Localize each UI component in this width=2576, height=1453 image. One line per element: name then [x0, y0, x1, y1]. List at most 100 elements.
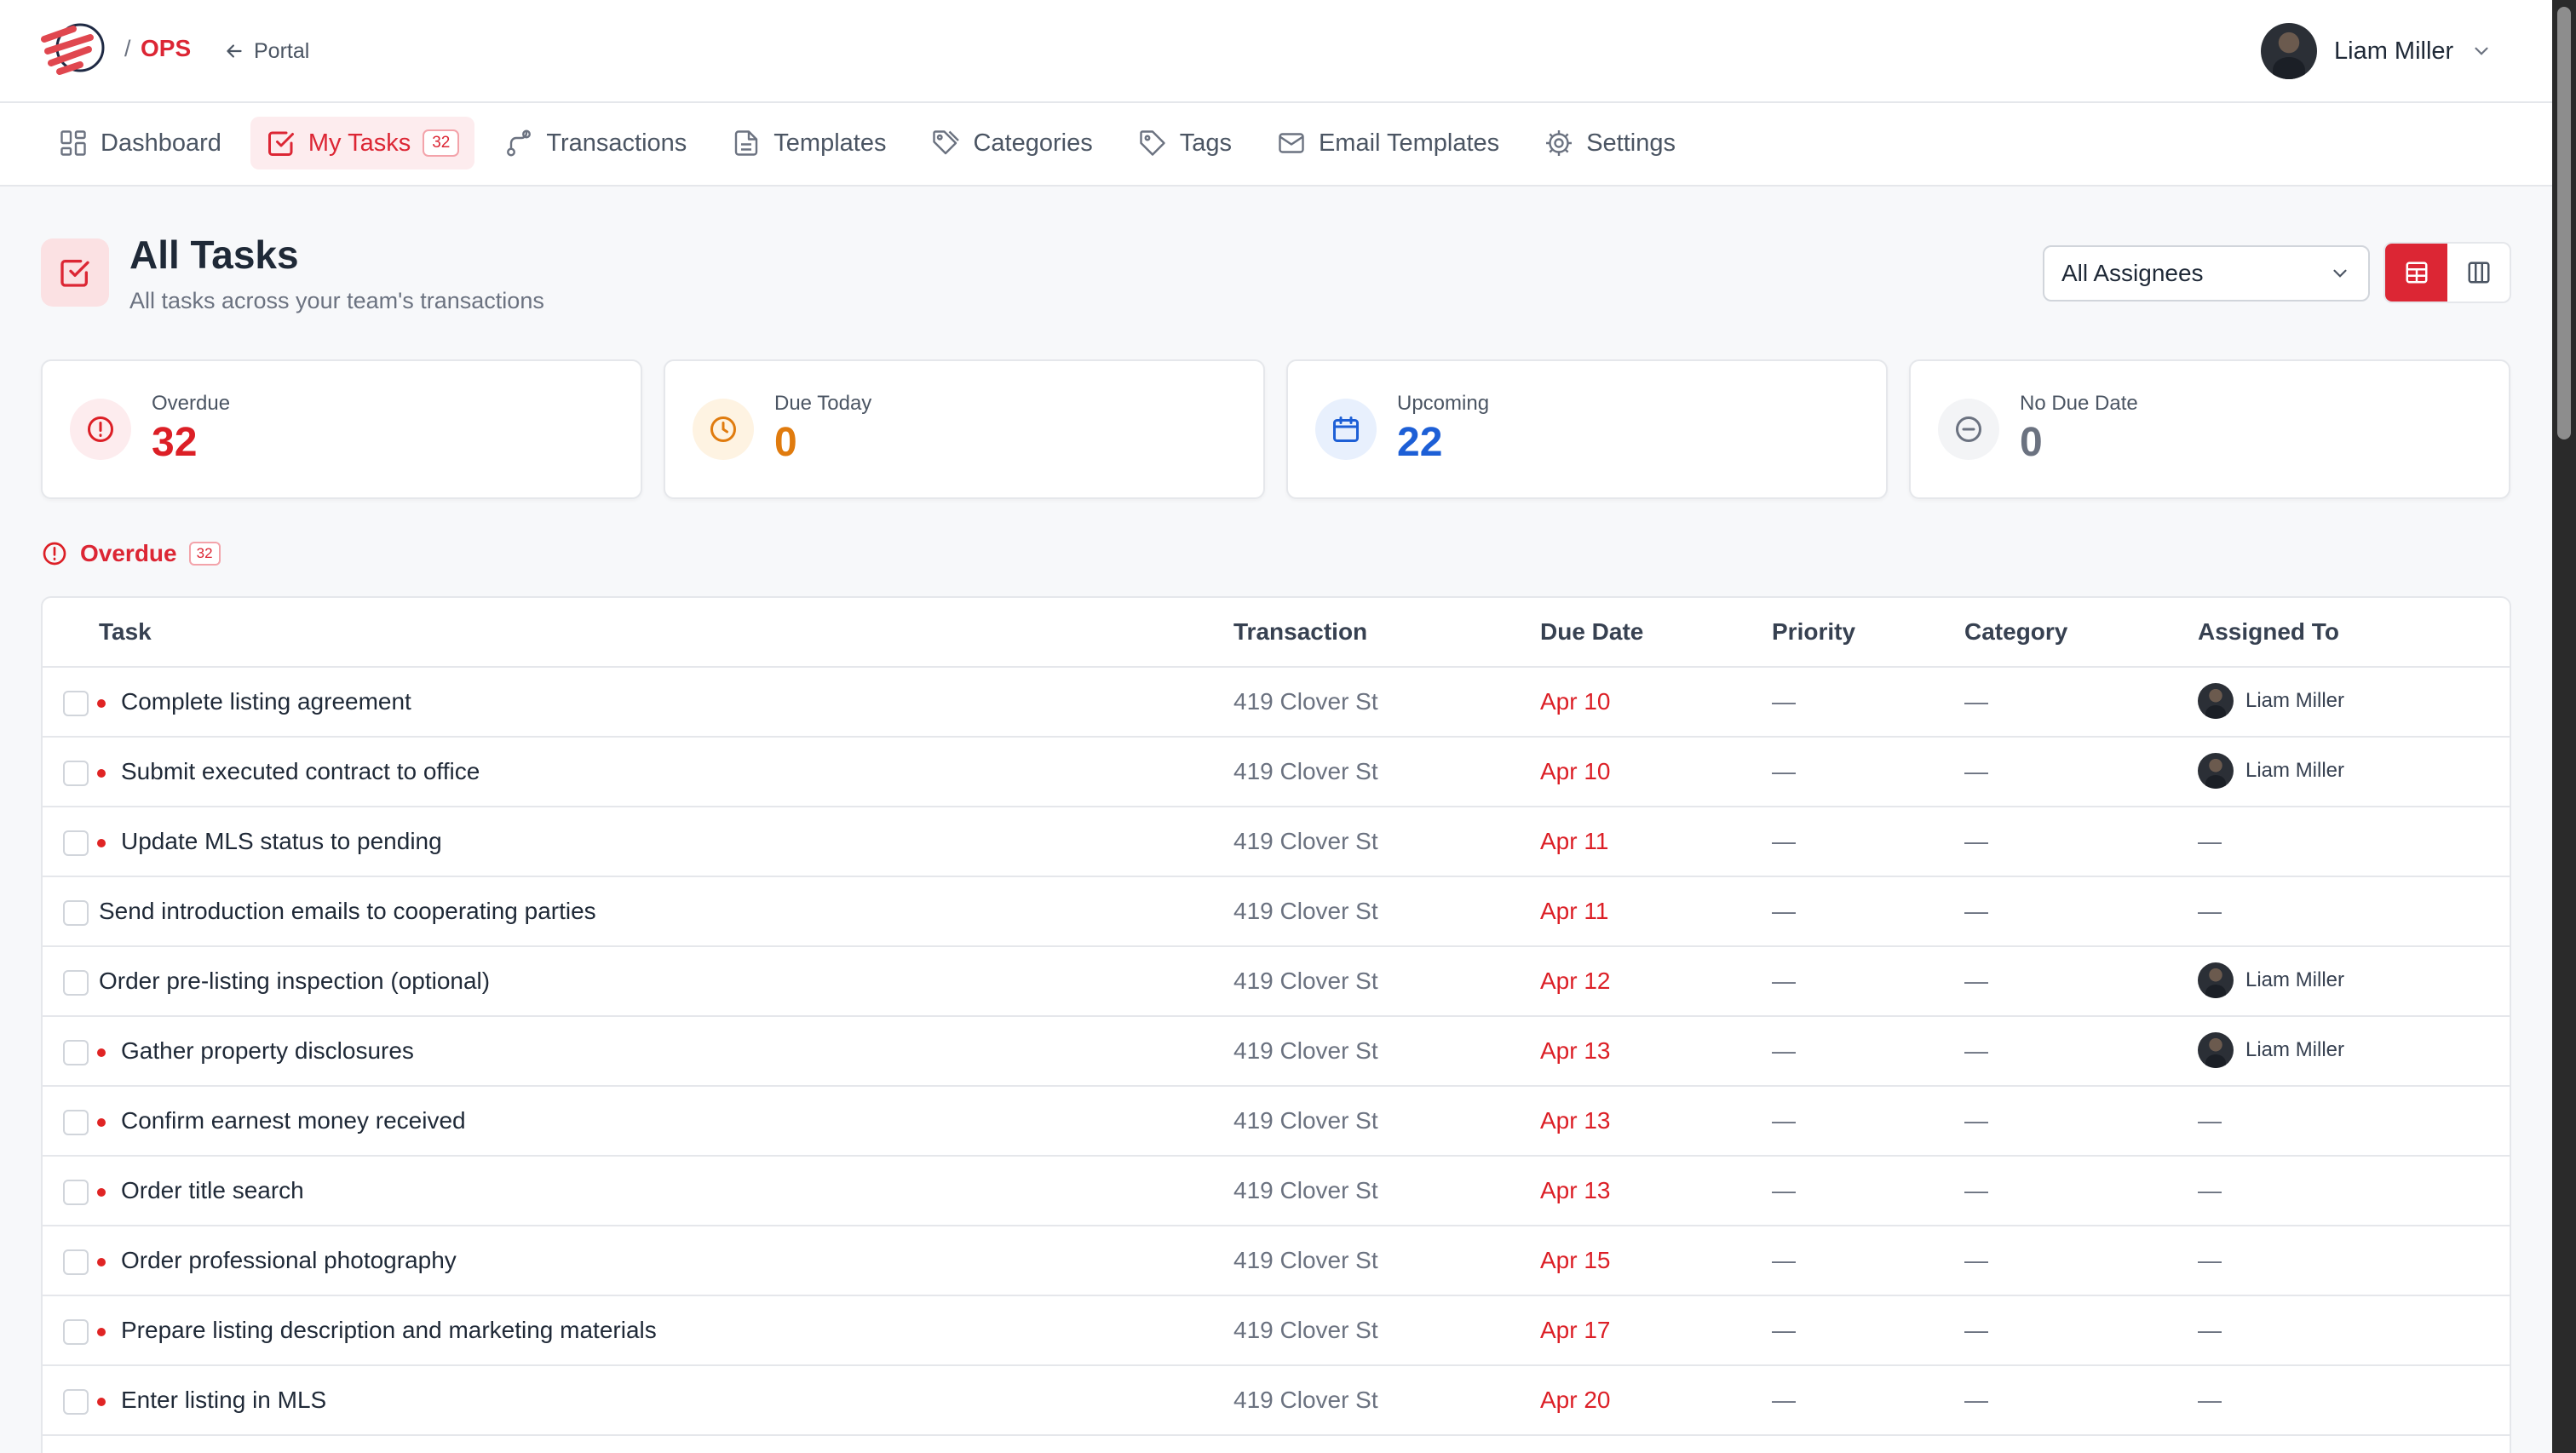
task-title[interactable]: Complete listing agreement — [121, 688, 411, 715]
task-title[interactable]: Prepare listing description and marketin… — [121, 1317, 657, 1344]
transaction-link[interactable]: 419 Clover St — [1233, 898, 1378, 925]
user-name: Liam Miller — [2334, 37, 2454, 65]
task-title[interactable]: Enter listing in MLS — [121, 1387, 326, 1414]
checkbox-icon — [60, 260, 89, 287]
ops-logo[interactable] — [39, 22, 112, 77]
table-row[interactable]: Order pre-listing inspection (optional) 4… — [43, 947, 2510, 1017]
priority-value: — — [1772, 1037, 1796, 1064]
page-scrollbar[interactable] — [2552, 0, 2576, 1453]
table-row[interactable]: Send introduction emails to cooperating … — [43, 877, 2510, 947]
due-date: Apr 11 — [1540, 828, 1609, 854]
nav-settings[interactable]: Settings — [1528, 117, 1691, 169]
table-row[interactable]: Order professional photography 419 Clover… — [43, 1226, 2510, 1296]
nav-tags[interactable]: Tags — [1122, 117, 1247, 169]
task-checkbox[interactable] — [63, 1389, 89, 1415]
nav-email-templates[interactable]: Email Templates — [1261, 117, 1515, 169]
app-name[interactable]: OPS — [141, 35, 191, 62]
table-row[interactable]: Gather property disclosures 419 Clover St… — [43, 1017, 2510, 1087]
alert-circle-icon — [70, 399, 131, 460]
task-checkbox[interactable] — [63, 1040, 89, 1065]
task-checkbox[interactable] — [63, 1249, 89, 1275]
column-header-due-date[interactable]: Due Date — [1540, 618, 1643, 646]
page-icon — [41, 238, 109, 307]
table-row[interactable]: Submit executed contract to office 419 Cl… — [43, 738, 2510, 807]
table-row[interactable]: Prepare listing description and marketin… — [43, 1296, 2510, 1366]
table-row[interactable]: Order title search 419 Clover St Apr 13 — — — — [43, 1157, 2510, 1226]
column-header-transaction[interactable]: Transaction — [1233, 618, 1367, 646]
stat-card-upcoming[interactable]: Upcoming 22 — [1286, 359, 1888, 499]
task-title[interactable]: Order title search — [121, 1177, 304, 1204]
table-row[interactable]: Complete listing agreement 419 Clover St A… — [43, 668, 2510, 738]
task-checkbox[interactable] — [63, 1180, 89, 1205]
task-checkbox[interactable] — [63, 830, 89, 856]
assignee[interactable]: Liam Miller — [2198, 1032, 2344, 1068]
portal-link[interactable]: Portal — [223, 34, 309, 68]
column-header-priority[interactable]: Priority — [1772, 618, 1855, 646]
nav-templates[interactable]: Templates — [716, 117, 901, 169]
nav-dashboard[interactable]: Dashboard — [43, 117, 237, 169]
column-header-task[interactable]: Task — [99, 618, 152, 646]
task-title[interactable]: Order pre-listing inspection (optional) — [99, 968, 490, 995]
table-view-button[interactable] — [2385, 244, 2447, 302]
nav-label: Templates — [773, 129, 887, 157]
transaction-link[interactable]: 419 Clover St — [1233, 1107, 1378, 1134]
task-title[interactable]: Send introduction emails to cooperating … — [99, 898, 596, 925]
stat-card-no-due-date[interactable]: No Due Date 0 — [1909, 359, 2510, 499]
user-menu[interactable]: Liam Miller — [2261, 22, 2493, 80]
overdue-section-header[interactable]: Overdue 32 — [41, 540, 221, 567]
board-view-button[interactable] — [2447, 244, 2510, 302]
grid-icon — [60, 130, 86, 156]
task-title[interactable]: Order professional photography — [121, 1247, 457, 1274]
transaction-link[interactable]: 419 Clover St — [1233, 1317, 1378, 1344]
assignee[interactable]: Liam Miller — [2198, 683, 2344, 719]
avatar — [2261, 23, 2317, 79]
table-icon — [2406, 261, 2427, 284]
category-value: — — [1964, 758, 1988, 784]
assignee[interactable]: Liam Miller — [2198, 962, 2344, 998]
nav-my-tasks[interactable]: My Tasks 32 — [250, 117, 475, 169]
nav-categories[interactable]: Categories — [915, 117, 1107, 169]
assignee[interactable]: Liam Miller — [2198, 753, 2344, 789]
alert-circle-icon — [43, 542, 66, 566]
task-checkbox[interactable] — [63, 761, 89, 786]
column-header-assigned-to[interactable]: Assigned To — [2198, 618, 2339, 646]
transaction-link[interactable]: 419 Clover St — [1233, 688, 1378, 715]
task-checkbox[interactable] — [63, 691, 89, 716]
transaction-link[interactable]: 419 Clover St — [1233, 1177, 1378, 1204]
task-title[interactable]: Submit executed contract to office — [121, 758, 480, 785]
stat-card-overdue[interactable]: Overdue 32 — [41, 359, 642, 499]
priority-value: — — [1772, 898, 1796, 924]
transaction-link[interactable]: 419 Clover St — [1233, 1387, 1378, 1414]
stat-value: 0 — [774, 420, 797, 465]
chevron-down-icon — [2475, 47, 2488, 55]
task-title[interactable]: Confirm earnest money received — [121, 1107, 466, 1134]
overdue-dot-icon — [97, 769, 106, 778]
transaction-link[interactable]: 419 Clover St — [1233, 828, 1378, 855]
task-checkbox[interactable] — [63, 900, 89, 926]
transaction-link[interactable]: 419 Clover St — [1233, 758, 1378, 785]
assignee-empty: — — [2198, 1107, 2222, 1134]
tag-icon — [1140, 130, 1165, 156]
task-checkbox[interactable] — [63, 1319, 89, 1345]
task-title[interactable]: Update MLS status to pending — [121, 828, 442, 855]
scrollbar-thumb[interactable] — [2557, 7, 2571, 439]
task-title[interactable]: Gather property disclosures — [121, 1037, 414, 1065]
category-value: — — [1964, 1247, 1988, 1273]
transaction-link[interactable]: 419 Clover St — [1233, 968, 1378, 995]
task-checkbox[interactable] — [63, 970, 89, 996]
transaction-link[interactable]: 419 Clover St — [1233, 1037, 1378, 1065]
nav-label: Dashboard — [101, 129, 221, 157]
page-title: All Tasks — [129, 233, 299, 277]
column-header-category[interactable]: Category — [1964, 618, 2067, 646]
transaction-link[interactable]: 419 Clover St — [1233, 1247, 1378, 1274]
assignee-filter-select[interactable]: All Assignees — [2043, 245, 2370, 302]
portal-label: Portal — [254, 38, 310, 63]
stat-card-due-today[interactable]: Due Today 0 — [664, 359, 1265, 499]
table-row[interactable]: Enter listing in MLS 419 Clover St Apr 20 —… — [43, 1366, 2510, 1436]
table-row[interactable]: Confirm earnest money received 419 Clover… — [43, 1087, 2510, 1157]
arrow-left-icon — [227, 44, 242, 58]
task-count-badge: 32 — [423, 129, 460, 157]
table-row[interactable]: Update MLS status to pending 419 Clover S… — [43, 807, 2510, 877]
nav-transactions[interactable]: Transactions — [488, 117, 702, 169]
task-checkbox[interactable] — [63, 1110, 89, 1135]
